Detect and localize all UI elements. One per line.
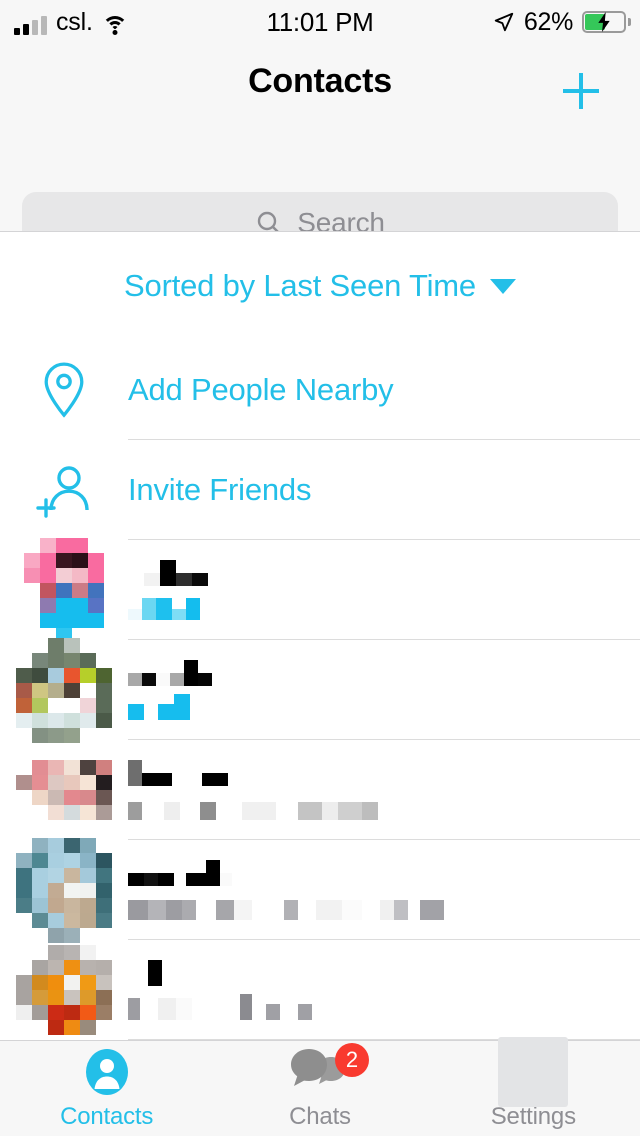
location-pin-icon (0, 361, 128, 419)
person-circle-icon (82, 1047, 132, 1097)
tab-settings[interactable]: Settings (427, 1036, 640, 1136)
tab-chats[interactable]: 2 Chats (213, 1041, 426, 1136)
contact-name (128, 760, 620, 786)
contact-name (128, 560, 620, 586)
sort-label: Sorted by Last Seen Time (124, 268, 476, 303)
plus-icon (563, 73, 599, 109)
chevron-down-icon (489, 278, 516, 294)
contact-row[interactable] (0, 637, 640, 743)
tab-label: Settings (490, 1102, 576, 1130)
action-row-add-people-nearby[interactable]: Add People Nearby (0, 340, 640, 440)
avatar (0, 745, 128, 835)
contact-name (128, 660, 620, 686)
contact-row[interactable] (0, 537, 640, 643)
avatar (0, 837, 128, 943)
contacts-list: Sorted by Last Seen Time Add People Near… (0, 232, 640, 1040)
contact-status (128, 598, 620, 620)
contact-row[interactable] (0, 740, 640, 840)
contact-status (128, 798, 620, 820)
location-arrow-icon (494, 12, 514, 32)
contact-row[interactable] (0, 940, 640, 1040)
tab-bar: Contacts 2 Chats Settings (0, 1036, 640, 1136)
tab-contacts[interactable]: Contacts (0, 1041, 213, 1136)
avatar (0, 945, 128, 1035)
avatar (0, 637, 128, 743)
status-bar-right: 62% (493, 7, 631, 37)
person-add-icon (0, 462, 128, 518)
contact-text (128, 960, 640, 1020)
tab-label: Contacts (60, 1102, 154, 1130)
action-label: Invite Friends (128, 472, 312, 507)
add-contact-button[interactable] (554, 64, 608, 118)
charging-bolt-icon (598, 12, 610, 32)
battery-icon (582, 11, 631, 33)
sort-selector[interactable]: Sorted by Last Seen Time (0, 232, 640, 340)
settings-placeholder-icon (498, 1036, 569, 1107)
avatar (0, 537, 128, 643)
action-row-invite-friends[interactable]: Invite Friends (0, 440, 640, 540)
page-title: Contacts (248, 62, 392, 100)
contact-row[interactable] (0, 837, 640, 943)
contact-text (128, 760, 640, 820)
contact-text (128, 560, 640, 620)
contacts-screen: csl. 11:01 PM 62% Contacts Search Sorted… (0, 0, 640, 1136)
navigation-header: Contacts Search (0, 44, 640, 254)
battery-percent-label: 62% (523, 7, 573, 36)
contact-text (128, 660, 640, 720)
tab-label: Chats (289, 1102, 351, 1130)
contact-status (128, 694, 620, 720)
contact-name (128, 860, 620, 886)
chat-bubbles-icon: 2 (289, 1042, 369, 1097)
contact-rows-container (0, 537, 640, 1040)
action-label: Add People Nearby (128, 372, 394, 407)
contact-name (128, 960, 620, 986)
status-bar: csl. 11:01 PM 62% (0, 0, 640, 44)
chats-badge: 2 (334, 1042, 369, 1077)
contact-status (128, 898, 620, 920)
contact-status (128, 994, 620, 1020)
contact-text (128, 860, 640, 920)
